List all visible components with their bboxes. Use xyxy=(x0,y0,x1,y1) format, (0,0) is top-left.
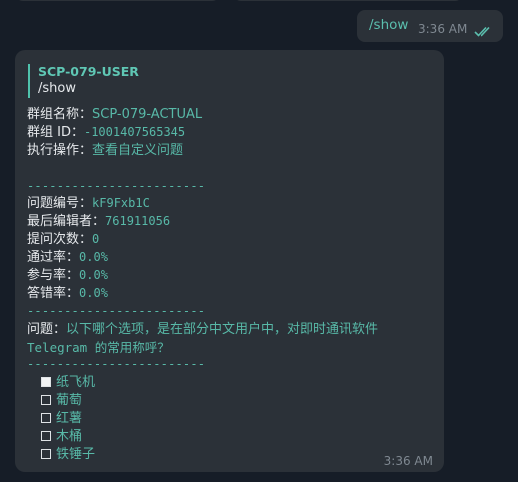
reply-sender-name: SCP-079-USER xyxy=(38,64,139,79)
question-line: 问题：以下哪个选项，是在部分中文用户中，对即时通讯软件 xyxy=(27,321,437,339)
action-line: 执行操作：查看自定义问题 xyxy=(27,142,437,160)
double-check-icon xyxy=(474,22,494,41)
divider-line: ------------------------ xyxy=(27,303,437,321)
ask-count-value[interactable]: 0 xyxy=(92,232,99,246)
option-item: 红薯 xyxy=(27,410,437,428)
previous-message-bubble xyxy=(233,0,463,1)
option-item: 纸飞机 xyxy=(27,374,437,392)
action-label: 执行操作： xyxy=(27,142,93,158)
question-line-2: Telegram 的常用称呼？ xyxy=(27,339,437,357)
question-text-line1: 以下哪个选项，是在部分中文用户中，对即时通讯软件 xyxy=(66,321,379,337)
group-name-label: 群组名称： xyxy=(27,107,93,122)
unchecked-box-icon xyxy=(41,431,51,442)
error-rate-value[interactable]: 0.0% xyxy=(79,286,108,300)
option-label: 葡萄 xyxy=(56,393,83,409)
message-body: 群组名称：SCP-079-ACTUAL 群组 ID：-1001407565345… xyxy=(27,106,437,464)
error-rate-label: 答错率： xyxy=(27,285,80,301)
outgoing-message-text: /show xyxy=(369,17,409,33)
reply-quote[interactable]: SCP-079-USER /show xyxy=(28,64,288,98)
incoming-message-time: 3:36 AM xyxy=(383,454,433,468)
option-item: 葡萄 xyxy=(27,392,437,410)
group-id-value[interactable]: -1001407565345 xyxy=(84,125,185,139)
option-label: 木桶 xyxy=(56,429,83,445)
option-label: 铁锤子 xyxy=(56,446,96,462)
group-name-value: SCP-079-ACTUAL xyxy=(92,107,203,122)
ask-count-line: 提问次数：0 xyxy=(27,231,437,249)
unchecked-box-icon xyxy=(41,413,51,424)
error-rate-line: 答错率：0.0% xyxy=(27,285,437,303)
ask-count-label: 提问次数： xyxy=(27,232,93,248)
participation-line: 参与率：0.0% xyxy=(27,267,437,285)
pass-rate-value[interactable]: 0.0% xyxy=(79,250,108,264)
question-text-line2: Telegram 的常用称呼？ xyxy=(27,339,170,355)
unchecked-box-icon xyxy=(41,448,51,459)
editor-line: 最后编辑者：761911056 xyxy=(27,213,437,231)
participation-label: 参与率： xyxy=(27,268,80,284)
option-label: 红薯 xyxy=(56,411,83,427)
divider: ------------------------ xyxy=(27,303,206,318)
option-item: 木桶 xyxy=(27,428,437,446)
participation-value[interactable]: 0.0% xyxy=(79,268,108,282)
reply-quoted-text: /show xyxy=(38,81,76,96)
outgoing-message-time: 3:36 AM xyxy=(418,22,468,36)
pass-rate-line: 通过率：0.0% xyxy=(27,249,437,267)
previous-messages xyxy=(0,0,518,2)
unchecked-box-icon xyxy=(41,395,51,406)
question-label: 问题： xyxy=(27,321,67,337)
divider-line: ------------------------ xyxy=(27,178,437,196)
incoming-message[interactable]: SCP-079-USER /show 群组名称：SCP-079-ACTUAL 群… xyxy=(15,50,444,472)
option-item: 铁锤子 xyxy=(27,446,437,464)
editor-label: 最后编辑者： xyxy=(27,214,106,230)
option-label: 纸飞机 xyxy=(56,375,96,391)
action-value: 查看自定义问题 xyxy=(92,142,184,158)
divider: ------------------------ xyxy=(27,178,206,193)
question-id-label: 问题编号： xyxy=(27,196,93,212)
group-name-line: 群组名称：SCP-079-ACTUAL xyxy=(27,106,437,124)
divider: ------------------------ xyxy=(27,357,206,372)
group-id-label: 群组 ID： xyxy=(27,124,84,140)
question-id-value[interactable]: kF9Fxb1C xyxy=(92,196,150,210)
divider-line: ------------------------ xyxy=(27,356,437,374)
editor-value[interactable]: 761911056 xyxy=(105,214,170,228)
pass-rate-label: 通过率： xyxy=(27,250,80,266)
question-id-line: 问题编号：kF9Fxb1C xyxy=(27,195,437,213)
previous-message-bubble xyxy=(15,0,220,1)
outgoing-message[interactable]: /show 3:36 AM xyxy=(357,10,503,42)
group-id-line: 群组 ID：-1001407565345 xyxy=(27,124,437,142)
checked-box-icon xyxy=(41,377,51,388)
